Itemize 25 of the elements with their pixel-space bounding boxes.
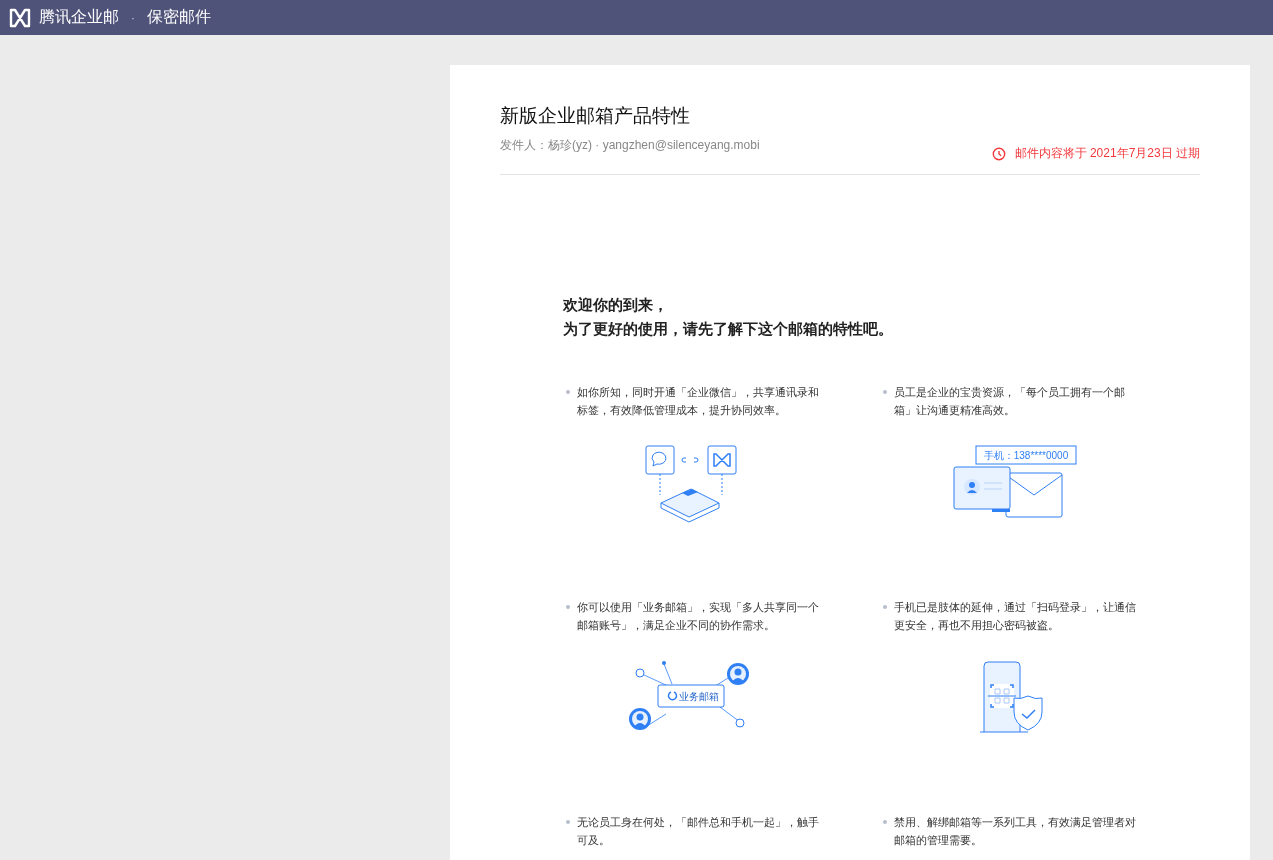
feature-description: 无论员工身在何处，「邮件总和手机一起」，触手可及。 xyxy=(577,815,820,848)
illustration-label: 业务邮箱 xyxy=(679,691,719,702)
bullet-icon xyxy=(566,390,570,394)
welcome-text: 欢迎你的到来， xyxy=(563,295,669,315)
clock-icon xyxy=(991,146,1006,161)
sender-info: 发件人：杨珍(yz) · yangzhen@silenceyang.mobi xyxy=(500,137,760,154)
mail-subject: 新版企业邮箱产品特性 xyxy=(500,104,691,128)
bullet-icon xyxy=(566,820,570,824)
feature-description: 如你所知，同时开通「企业微信」，共享通讯录和标签，有效降低管理成本，提升协同效率。 xyxy=(577,385,820,418)
separator-dot: · xyxy=(131,10,135,25)
brand-name: 腾讯企业邮 xyxy=(39,7,119,27)
qr-login-drawing xyxy=(979,661,1043,733)
bullet-icon xyxy=(883,605,887,609)
welcome-text: 为了更好的使用，请先了解下这个邮箱的特性吧。 xyxy=(563,319,894,339)
page-title: 保密邮件 xyxy=(147,7,211,27)
bullet-icon xyxy=(883,820,887,824)
feature-description: 手机已是肢体的延伸，通过「扫码登录」，让通信更安全，再也不用担心密码被盗。 xyxy=(894,600,1137,633)
feature-description: 你可以使用「业务邮箱」，实现「多人共享同一个邮箱账号」，满足企业不同的协作需求。 xyxy=(577,600,820,633)
bullet-icon xyxy=(883,390,887,394)
bullet-icon xyxy=(566,605,570,609)
feature-description: 员工是企业的宝贵资源，「每个员工拥有一个邮箱」让沟通更精准高效。 xyxy=(894,385,1126,418)
feature-description: 禁用、解绑邮箱等一系列工具，有效满足管理者对邮箱的管理需要。 xyxy=(894,815,1137,848)
logo-icon xyxy=(8,7,32,28)
illustration-label: 手机：138****0000 xyxy=(983,450,1068,461)
expiry-notice: 邮件内容将于 2021年7月23日 过期 xyxy=(1014,145,1200,162)
